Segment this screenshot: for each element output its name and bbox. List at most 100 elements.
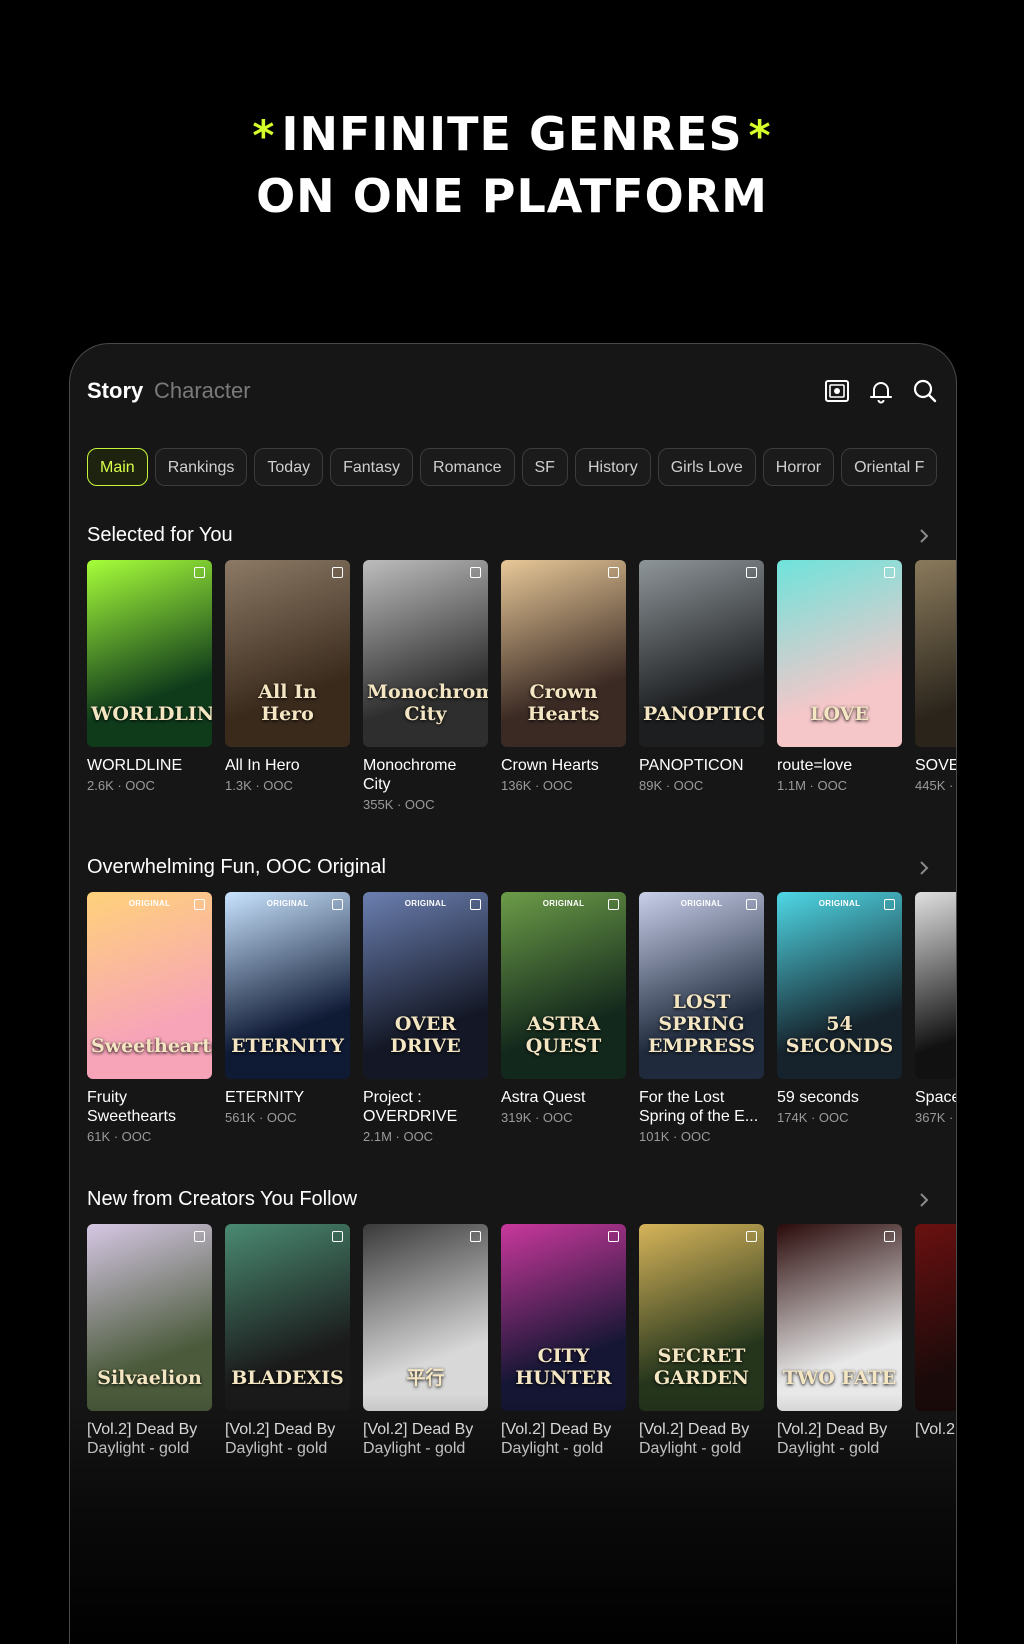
story-card[interactable]: ORIGINAL LOST SPRING EMPRESS For the Lost … — [639, 892, 764, 1144]
search-icon[interactable] — [910, 376, 940, 406]
story-card[interactable]: ORIGINAL 54 SECONDS 59 seconds 174K · OOC — [777, 892, 902, 1125]
star-icon: * — [748, 111, 772, 160]
cover-image[interactable]: Silvaelion — [87, 1224, 212, 1411]
multi-image-icon — [746, 1231, 757, 1242]
cover-image[interactable]: LOVE — [777, 560, 902, 747]
cover-title-art: PANOPTICON — [643, 703, 764, 725]
multi-image-icon — [608, 899, 619, 910]
headline-line-2: ON ONE PLATFORM — [256, 169, 768, 223]
genre-chip[interactable]: Girls Love — [657, 448, 756, 486]
genre-chip[interactable]: Rankings — [154, 448, 248, 486]
cover-title-art: ETERNITY — [231, 1035, 344, 1057]
story-card[interactable]: ORIGINAL ETERNITY ETERNITY 561K · OOC — [225, 892, 350, 1125]
cover-image[interactable]: ORIGINAL OVER DRIVE — [363, 892, 488, 1079]
cover-image[interactable]: Crown Hearts — [501, 560, 626, 747]
cover-title-art: ASTRA QUEST — [525, 1013, 602, 1057]
multi-image-icon — [884, 567, 895, 578]
genre-chip[interactable]: Main — [87, 448, 148, 486]
cover-title-art: WORLDLINE — [91, 703, 212, 725]
card-stats: 136K · OOC — [501, 778, 573, 793]
gallery-icon[interactable] — [822, 376, 852, 406]
star-icon: * — [252, 111, 276, 160]
cover-image[interactable]: TWO FATE — [777, 1224, 902, 1411]
card-stats: 367K · — [915, 1110, 954, 1125]
cover-title-art: Silvaelion — [97, 1367, 202, 1389]
story-card[interactable]: ORIGINAL OVER DRIVE Project : OVERDRIVE 2.1… — [363, 892, 488, 1144]
story-card[interactable]: LOVE route=love 1.1M · OOC — [777, 560, 902, 793]
card-title: All In Hero — [225, 757, 300, 774]
cover-title-art: 平行 — [406, 1367, 445, 1389]
multi-image-icon — [332, 1231, 343, 1242]
story-card[interactable]: ORIGINAL Sweethearts Fruity Sweethearts 61K… — [87, 892, 212, 1144]
genre-chip[interactable]: Fantasy — [330, 448, 414, 486]
card-title: Space — [915, 1089, 957, 1106]
card-title: Project : OVERDRIVE — [363, 1089, 458, 1125]
cover-image[interactable]: BLADEXIS — [225, 1224, 350, 1411]
cover-image[interactable]: SECRET GARDEN — [639, 1224, 764, 1411]
card-stats: 61K · OOC — [87, 1129, 152, 1144]
genre-chip[interactable]: SF — [521, 448, 568, 486]
cover-title-art: TWO FATE — [782, 1367, 897, 1389]
card-stats: 101K · OOC — [639, 1129, 711, 1144]
story-card[interactable]: All In Hero All In Hero 1.3K · OOC — [225, 560, 350, 793]
card-stats: 2.1M · OOC — [363, 1129, 434, 1144]
story-card[interactable]: Space 367K · — [915, 892, 957, 1125]
card-title: Crown Hearts — [501, 757, 599, 774]
cover-title-art: Crown Hearts — [527, 681, 600, 725]
card-stats: 2.6K · OOC — [87, 778, 155, 793]
cover-title-art: Monochrome City — [367, 681, 488, 725]
cover-title-art: LOST SPRING EMPRESS — [647, 991, 756, 1057]
cover-image[interactable]: ORIGINAL Sweethearts — [87, 892, 212, 1079]
section-selected-for-you: Selected for You WORLDLINE WORLDLINE 2.6K ·… — [87, 524, 956, 812]
multi-image-icon — [470, 567, 481, 578]
cover-image[interactable]: CITY HUNTER — [501, 1224, 626, 1411]
story-card[interactable]: ORIGINAL ASTRA QUEST Astra Quest 319K · OOC — [501, 892, 626, 1125]
cover-image[interactable]: All In Hero — [225, 560, 350, 747]
chevron-right-icon[interactable] — [916, 858, 932, 878]
cover-image[interactable] — [915, 560, 956, 747]
cover-image[interactable] — [915, 892, 956, 1079]
cover-title-art: Sweethearts — [91, 1035, 212, 1057]
cover-image[interactable]: ORIGINAL 54 SECONDS — [777, 892, 902, 1079]
card-title: SOVE — [915, 757, 957, 774]
genre-chip[interactable]: Oriental F — [841, 448, 938, 486]
section-title: Selected for You — [87, 524, 233, 546]
cover-image[interactable]: Monochrome City — [363, 560, 488, 747]
genre-chip[interactable]: Horror — [762, 448, 835, 486]
cover-image[interactable]: PANOPTICON — [639, 560, 764, 747]
cover-image[interactable]: ORIGINAL ETERNITY — [225, 892, 350, 1079]
card-title: route=love — [777, 757, 853, 774]
headline-line-1: * INFINITE GENRES * — [0, 104, 1024, 166]
card-title: WORLDLINE — [87, 757, 183, 774]
genre-chip[interactable]: Today — [254, 448, 324, 486]
chevron-right-icon[interactable] — [916, 1190, 932, 1210]
tab-story[interactable]: Story — [87, 378, 143, 404]
cover-image[interactable]: ORIGINAL ASTRA QUEST — [501, 892, 626, 1079]
card-title: PANOPTICON — [639, 757, 744, 774]
genre-chip[interactable]: Romance — [420, 448, 515, 486]
multi-image-icon — [470, 899, 481, 910]
cover-image[interactable]: 平行 — [363, 1224, 488, 1411]
section-title: Overwhelming Fun, OOC Original — [87, 856, 386, 878]
tab-character[interactable]: Character — [154, 378, 251, 404]
section-title: New from Creators You Follow — [87, 1188, 358, 1210]
card-stats: 561K · OOC — [225, 1110, 297, 1125]
cover-title-art: OVER DRIVE — [390, 1013, 461, 1057]
multi-image-icon — [746, 567, 757, 578]
story-card[interactable]: Crown Hearts Crown Hearts 136K · OOC — [501, 560, 626, 793]
card-stats: 319K · OOC — [501, 1110, 573, 1125]
cover-image[interactable] — [915, 1224, 956, 1411]
cover-image[interactable]: WORLDLINE — [87, 560, 212, 747]
multi-image-icon — [608, 567, 619, 578]
story-card[interactable]: SOVE 445K · — [915, 560, 957, 793]
story-card[interactable]: PANOPTICON PANOPTICON 89K · OOC — [639, 560, 764, 793]
original-badge: ORIGINAL — [542, 899, 585, 908]
story-card[interactable]: WORLDLINE WORLDLINE 2.6K · OOC — [87, 560, 212, 793]
chevron-right-icon[interactable] — [916, 526, 932, 546]
genre-chip[interactable]: History — [574, 448, 651, 486]
story-card[interactable]: Monochrome City Monochrome City 355K · OOC — [363, 560, 488, 812]
card-title: For the Lost Spring of the E... — [639, 1089, 759, 1125]
bell-icon[interactable] — [866, 376, 896, 406]
cover-image[interactable]: ORIGINAL LOST SPRING EMPRESS — [639, 892, 764, 1079]
card-title: 59 seconds — [777, 1089, 859, 1106]
